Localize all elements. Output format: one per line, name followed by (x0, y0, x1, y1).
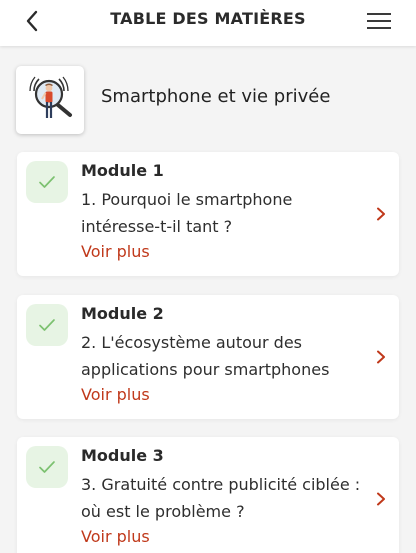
module-description: 2. L'écosystème autour des applications … (81, 333, 330, 379)
see-more-link[interactable]: Voir plus (81, 242, 150, 261)
checkmark-icon (39, 319, 55, 331)
module-card[interactable]: Module 1 1. Pourquoi le smartphone intér… (17, 152, 399, 276)
module-title: Module 3 (81, 446, 164, 465)
completed-badge (26, 446, 68, 488)
course-thumbnail (16, 66, 84, 134)
chevron-right-icon (377, 492, 385, 506)
module-card[interactable]: Module 2 2. L'écosystème autour des appl… (17, 295, 399, 419)
module-title: Module 1 (81, 161, 164, 180)
menu-button[interactable] (366, 12, 392, 30)
chevron-right-icon (377, 207, 385, 221)
see-more-link[interactable]: Voir plus (81, 385, 150, 404)
see-more-link[interactable]: Voir plus (81, 527, 150, 546)
app-header: TABLE DES MATIÈRES (0, 0, 416, 46)
magnifier-person-illustration (29, 76, 72, 118)
completed-badge (26, 304, 68, 346)
chevron-right-icon (377, 350, 385, 364)
completed-badge (26, 161, 68, 203)
hamburger-menu-icon (367, 13, 391, 29)
module-description: 1. Pourquoi le smartphone intéresse-t-il… (81, 190, 293, 236)
page-title: TABLE DES MATIÈRES (110, 9, 306, 28)
module-description: 3. Gratuité contre publicité ciblée : où… (81, 475, 361, 521)
course-title: Smartphone et vie privée (101, 86, 331, 107)
module-title: Module 2 (81, 304, 164, 323)
checkmark-icon (39, 176, 55, 188)
module-card[interactable]: Module 3 3. Gratuité contre publicité ci… (17, 437, 399, 553)
checkmark-icon (39, 461, 55, 473)
course-header: Smartphone et vie privée (16, 66, 400, 134)
